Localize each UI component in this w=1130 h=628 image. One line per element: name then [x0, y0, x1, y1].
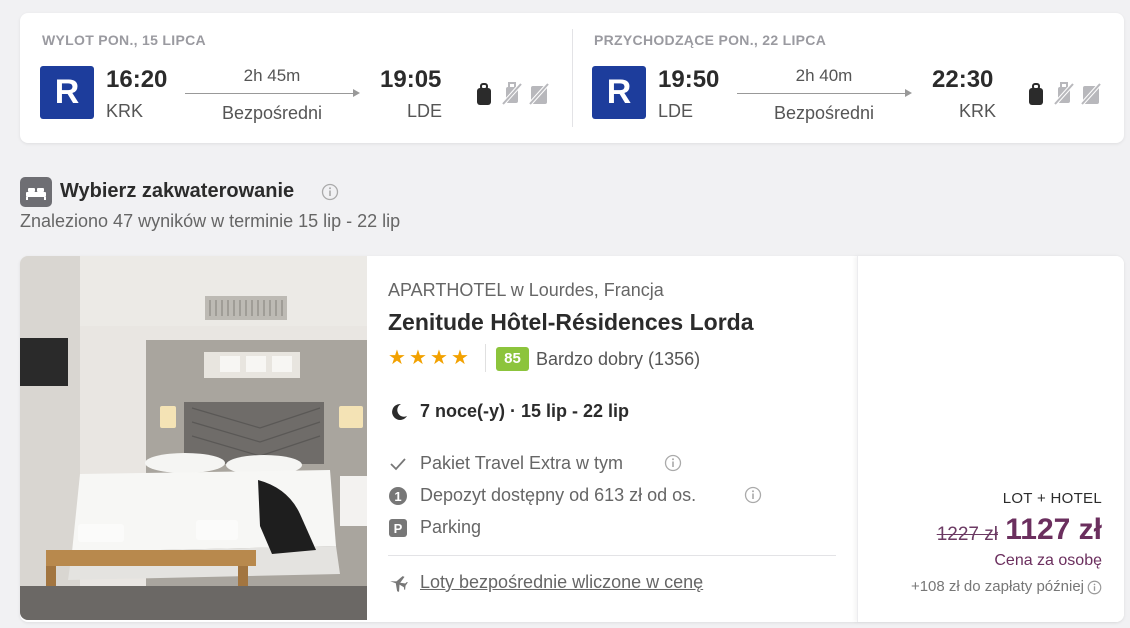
star-icon: ★ [388, 347, 406, 369]
cabin-bag-not-included-icon [500, 81, 524, 112]
departure-airport: KRK [106, 101, 144, 121]
results-summary: Znaleziono 47 wyników w terminie 15 lip … [20, 211, 401, 231]
star-icon: ★ [451, 347, 469, 369]
route-arrow-icon [353, 89, 360, 97]
hotel-location: APARTHOTEL w Lourdes, Francja [388, 280, 664, 300]
departure-time: 19:50 [658, 66, 720, 93]
svg-text:P: P [394, 521, 403, 536]
svg-text:1: 1 [394, 489, 401, 504]
review-score-label[interactable]: Bardzo dobry (1356) [536, 349, 700, 370]
info-icon[interactable] [1087, 580, 1102, 600]
airline-logo: R [40, 66, 94, 119]
info-icon[interactable] [321, 183, 339, 206]
star-rating: ★ ★ ★ ★ [388, 348, 478, 368]
parking-icon: P [388, 518, 408, 543]
divider [388, 555, 836, 556]
review-score-badge: 85 [496, 347, 529, 371]
checked-bag-not-included-icon [527, 81, 551, 112]
feature-label: Pakiet Travel Extra w tym [420, 453, 624, 473]
flight-duration: 2h 45m [243, 66, 301, 85]
outbound-title: WYLOT PON., 15 LIPCA [42, 32, 206, 48]
price-panel[interactable]: LOT + HOTEL 1227 zł 1127 zł Cena za osob… [857, 256, 1124, 622]
personal-bag-icon [475, 81, 493, 112]
flight-stops: Bezpośredni [773, 103, 875, 123]
route-line [737, 93, 909, 94]
baggage-icons [1027, 81, 1105, 107]
flights-included-label[interactable]: Loty bezpośrednie wliczone w cenę [420, 572, 703, 593]
arrival-airport: KRK [959, 101, 997, 121]
feature-label: Parking [420, 517, 482, 537]
package-type-label: LOT + HOTEL [1002, 490, 1102, 507]
check-icon [388, 454, 408, 479]
checked-bag-not-included-icon [1079, 81, 1103, 112]
airline-logo: R [592, 66, 646, 119]
inbound-title: PRZYCHODZĄCE PON., 22 LIPCA [594, 32, 827, 48]
arrival-time: 19:05 [380, 66, 442, 93]
moon-icon [390, 402, 408, 427]
current-price[interactable]: 1127 zł [1005, 513, 1102, 547]
arrival-time: 22:30 [932, 66, 994, 93]
feature-label: Depozyt dostępny od 613 zł od os. [420, 485, 697, 505]
personal-bag-icon [1027, 81, 1045, 112]
departure-time: 16:20 [106, 66, 168, 93]
hotel-name[interactable]: Zenitude Hôtel-Résidences Lorda [388, 309, 754, 336]
price-per-person-label: Cena za osobę [994, 552, 1102, 569]
baggage-icons [475, 81, 553, 107]
bed-icon [20, 177, 52, 207]
arrival-airport: LDE [407, 101, 443, 121]
info-icon[interactable] [744, 486, 762, 509]
flights-summary-card: WYLOT PON., 15 LIPCA R 16:20 KRK 2h 45m … [20, 13, 1124, 143]
stay-duration: 7 noce(-y) · 15 lip - 22 lip [420, 401, 630, 421]
section-title: Wybierz zakwaterowanie [60, 180, 295, 202]
star-icon: ★ [430, 347, 448, 369]
route-line [185, 93, 357, 94]
info-icon[interactable] [664, 454, 682, 477]
cabin-bag-not-included-icon [1052, 81, 1076, 112]
old-price: 1227 zł [936, 524, 998, 545]
flight-stops: Bezpośredni [221, 103, 323, 123]
plane-icon [388, 573, 408, 598]
inbound-flight: PRZYCHODZĄCE PON., 22 LIPCA R 19:50 LDE … [572, 13, 1124, 143]
outbound-flight: WYLOT PON., 15 LIPCA R 16:20 KRK 2h 45m … [20, 13, 572, 143]
rating-divider [485, 344, 486, 372]
flight-duration: 2h 40m [795, 66, 853, 85]
departure-airport: LDE [658, 101, 694, 121]
route-arrow-icon [905, 89, 912, 97]
star-icon: ★ [409, 347, 427, 369]
hotel-photo[interactable] [20, 256, 367, 620]
hotel-offer-card[interactable]: APARTHOTEL w Lourdes, Francja Zenitude H… [20, 256, 1124, 622]
extra-fee-note: +108 zł do zapłaty później [910, 578, 1084, 595]
deposit-icon: 1 [388, 486, 408, 511]
